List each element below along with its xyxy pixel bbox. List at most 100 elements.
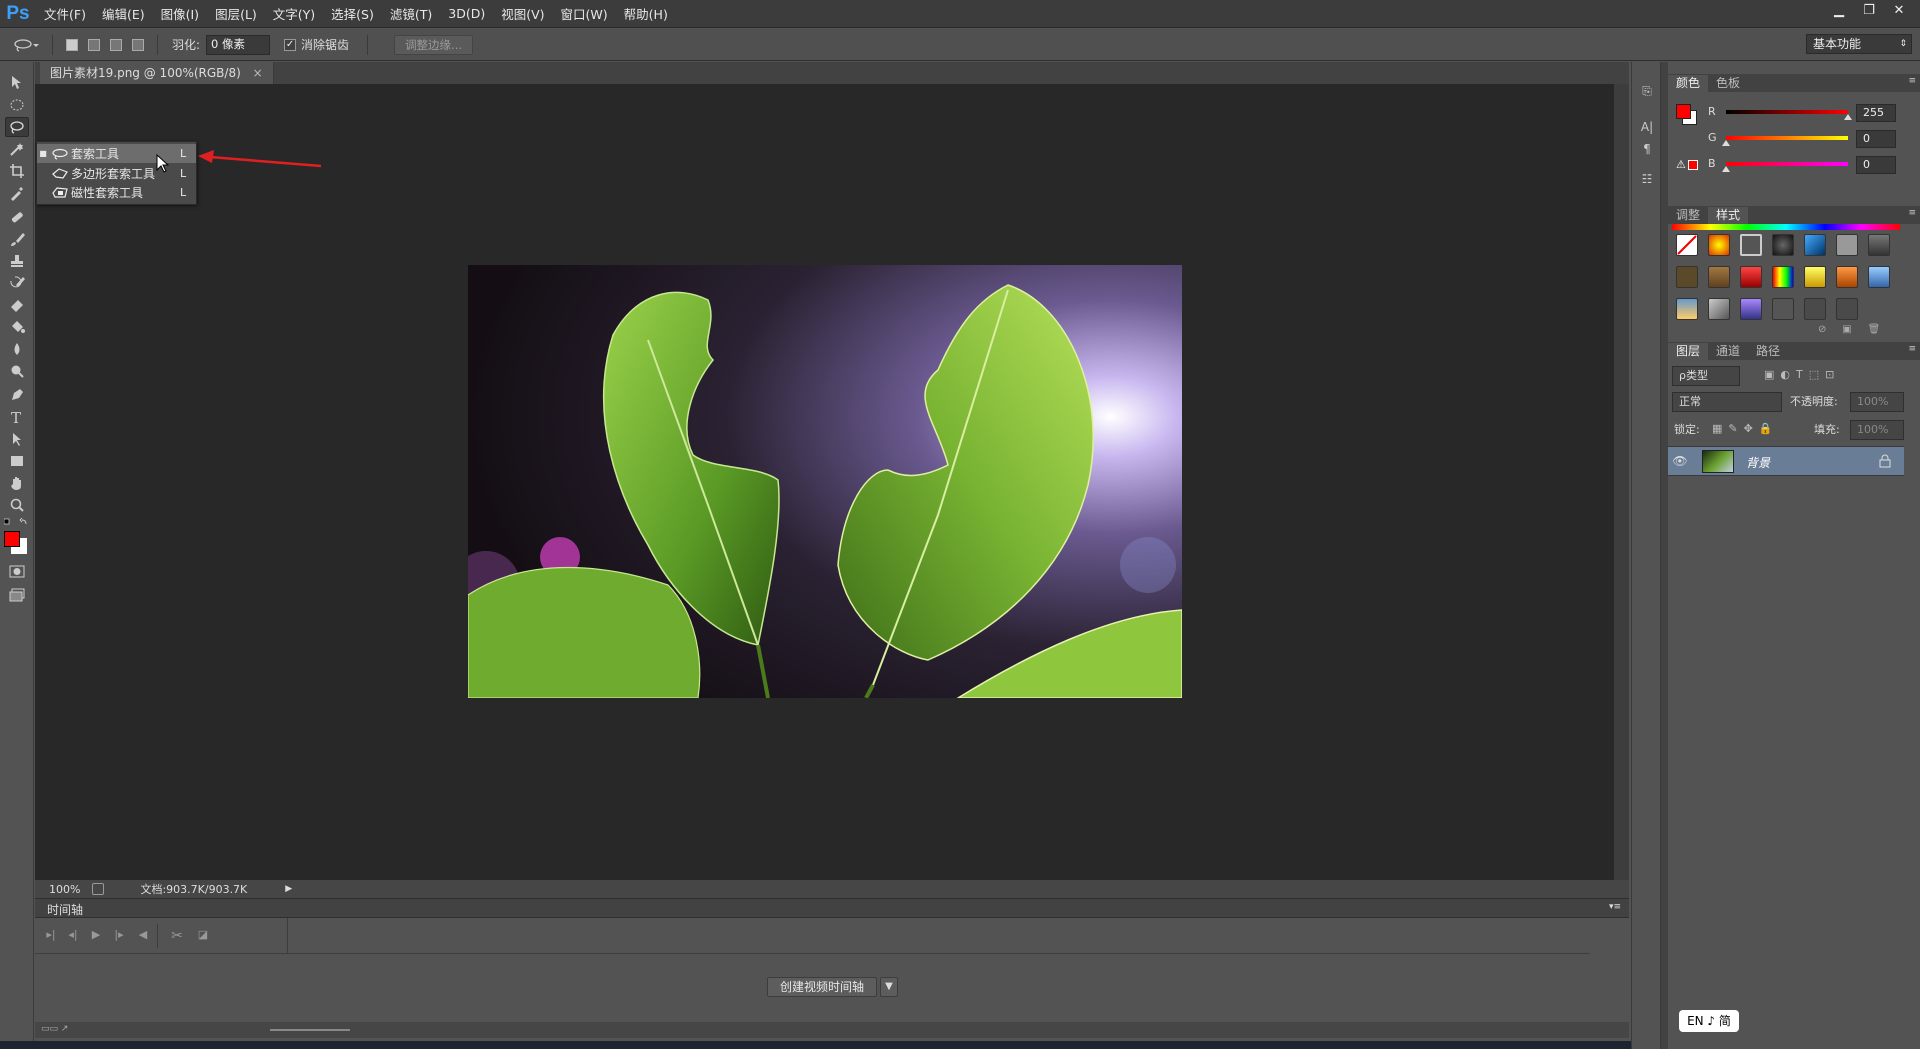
- style-swatch[interactable]: [1740, 298, 1762, 320]
- tab-channels[interactable]: 通道: [1708, 343, 1748, 360]
- layer-filter-icons[interactable]: ▣◐T⬚⊡: [1764, 368, 1840, 381]
- first-frame-icon[interactable]: ▸|: [43, 928, 59, 944]
- properties-panel-icon[interactable]: ☷: [1639, 172, 1655, 188]
- brush-tool-icon[interactable]: [5, 229, 29, 249]
- document-image[interactable]: [468, 265, 1182, 698]
- layer-row-background[interactable]: 👁 背景: [1668, 446, 1904, 476]
- type-tool-icon[interactable]: T: [5, 407, 29, 427]
- green-track[interactable]: [1726, 136, 1848, 140]
- document-tab[interactable]: 图片素材19.png @ 100%(RGB/8) ×: [40, 62, 274, 84]
- status-menu-arrow-icon[interactable]: ▶: [285, 884, 292, 894]
- style-swatch[interactable]: [1676, 266, 1698, 288]
- ime-indicator[interactable]: EN ♪ 简: [1679, 1010, 1739, 1032]
- blue-track[interactable]: [1726, 162, 1848, 166]
- lasso-preset-icon[interactable]: [8, 35, 44, 55]
- style-swatch[interactable]: [1772, 266, 1794, 288]
- menu-layer[interactable]: 图层(L): [207, 4, 265, 23]
- transition-icon[interactable]: ◪: [195, 928, 211, 944]
- healing-brush-icon[interactable]: [5, 207, 29, 227]
- prev-frame-icon[interactable]: ◂|: [65, 928, 81, 944]
- menu-select[interactable]: 选择(S): [323, 4, 382, 23]
- scissors-icon[interactable]: ✂: [169, 928, 185, 944]
- gamut-warning-icon[interactable]: ⚠: [1676, 158, 1686, 171]
- timeline-dropdown-icon[interactable]: ▼: [880, 977, 898, 997]
- style-actions-icons[interactable]: ⊘ ▣ 🗑: [1818, 324, 1880, 335]
- pen-tool-icon[interactable]: [5, 385, 29, 405]
- magic-wand-icon[interactable]: [5, 139, 29, 159]
- menu-filter[interactable]: 滤镜(T): [382, 4, 440, 23]
- next-frame-icon[interactable]: |▸: [111, 928, 127, 944]
- history-panel-icon[interactable]: ⎘: [1639, 84, 1655, 100]
- play-icon[interactable]: ▶: [88, 928, 104, 944]
- zoom-tool-icon[interactable]: [5, 495, 29, 515]
- lock-icon[interactable]: [1878, 454, 1892, 468]
- close-icon[interactable]: ✕: [1888, 2, 1910, 20]
- blend-mode-select[interactable]: 正常: [1672, 392, 1782, 412]
- color-fg-swatch[interactable]: [1676, 104, 1691, 119]
- menu-window[interactable]: 窗口(W): [553, 4, 616, 23]
- minimize-icon[interactable]: ▁: [1828, 2, 1850, 20]
- menu-type[interactable]: 文字(Y): [265, 4, 323, 23]
- restore-icon[interactable]: ❐: [1858, 2, 1880, 20]
- layer-filter-select[interactable]: ρ类型: [1672, 366, 1740, 386]
- lasso-tool-icon[interactable]: [5, 117, 29, 137]
- lock-icons[interactable]: ▦✎✥🔒: [1712, 422, 1779, 435]
- panel-menu-icon[interactable]: ▾≡: [1609, 902, 1621, 912]
- style-swatch[interactable]: [1836, 234, 1858, 256]
- clone-stamp-icon[interactable]: [5, 251, 29, 271]
- path-selection-icon[interactable]: [5, 429, 29, 449]
- green-thumb[interactable]: [1722, 140, 1730, 146]
- menu-image[interactable]: 图像(I): [153, 4, 207, 23]
- new-selection-icon[interactable]: [61, 35, 83, 55]
- green-value[interactable]: 0: [1856, 130, 1896, 148]
- tab-paths[interactable]: 路径: [1748, 343, 1788, 360]
- style-none[interactable]: [1676, 234, 1698, 256]
- style-swatch[interactable]: [1804, 298, 1826, 320]
- menu-help[interactable]: 帮助(H): [616, 4, 676, 23]
- timeline-footer-icons[interactable]: ▭▭ ↗: [41, 1024, 68, 1034]
- add-selection-icon[interactable]: [83, 35, 105, 55]
- style-swatch[interactable]: [1740, 266, 1762, 288]
- style-swatch[interactable]: [1740, 234, 1762, 256]
- history-brush-icon[interactable]: [5, 273, 29, 293]
- tab-adjustments[interactable]: 调整: [1668, 207, 1708, 224]
- vertical-scrollbar[interactable]: [1614, 84, 1629, 880]
- blur-tool-icon[interactable]: [5, 339, 29, 359]
- menu-edit[interactable]: 编辑(E): [94, 4, 153, 23]
- move-tool-icon[interactable]: [5, 72, 29, 92]
- rectangle-tool-icon[interactable]: [5, 451, 29, 471]
- paragraph-panel-icon[interactable]: ¶: [1639, 142, 1655, 158]
- style-swatch[interactable]: [1868, 266, 1890, 288]
- antialias-checkbox[interactable]: ✓: [284, 38, 297, 51]
- style-swatch[interactable]: [1708, 234, 1730, 256]
- crop-tool-icon[interactable]: [5, 161, 29, 181]
- eye-icon[interactable]: 👁: [1672, 454, 1688, 470]
- refine-edge-button[interactable]: 调整边缘...: [394, 34, 474, 55]
- timeline-title[interactable]: 时间轴: [47, 901, 83, 918]
- green-slider[interactable]: G 0: [1708, 130, 1908, 148]
- foreground-color-swatch[interactable]: [4, 531, 20, 547]
- style-swatch[interactable]: [1868, 234, 1890, 256]
- close-tab-icon[interactable]: ×: [253, 66, 263, 80]
- style-swatch[interactable]: [1772, 298, 1794, 320]
- audio-icon[interactable]: ◀: [135, 928, 151, 944]
- quick-mask-icon[interactable]: [5, 562, 29, 582]
- panel-menu-icon[interactable]: ≡: [1908, 344, 1916, 354]
- panel-menu-icon[interactable]: ≡: [1908, 76, 1916, 86]
- blue-slider[interactable]: B 0: [1708, 156, 1908, 174]
- dodge-tool-icon[interactable]: [5, 361, 29, 381]
- blue-value[interactable]: 0: [1856, 156, 1896, 174]
- style-swatch[interactable]: [1804, 234, 1826, 256]
- blue-thumb[interactable]: [1722, 166, 1730, 172]
- marquee-tool-icon[interactable]: [5, 95, 29, 115]
- menu-view[interactable]: 视图(V): [493, 4, 552, 23]
- character-panel-icon[interactable]: A|: [1639, 120, 1655, 136]
- status-icon[interactable]: [92, 883, 105, 895]
- zoom-level[interactable]: 100%: [49, 883, 80, 896]
- flyout-magnetic-lasso-tool[interactable]: 磁性套索工具 L: [37, 183, 196, 202]
- style-swatch[interactable]: [1708, 298, 1730, 320]
- style-swatch[interactable]: [1708, 266, 1730, 288]
- subtract-selection-icon[interactable]: [105, 35, 127, 55]
- style-swatch[interactable]: [1676, 298, 1698, 320]
- intersect-selection-icon[interactable]: [127, 35, 149, 55]
